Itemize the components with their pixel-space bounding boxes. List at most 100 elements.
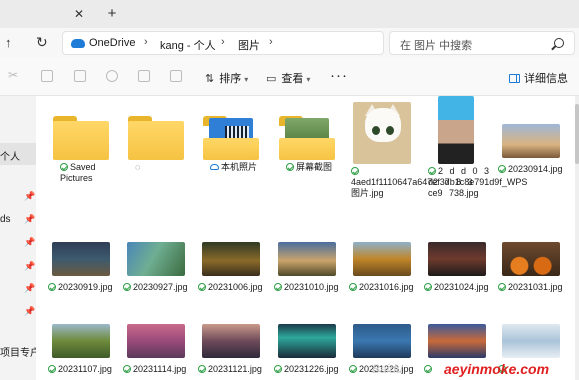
- synced-check-icon: [198, 283, 206, 291]
- chevron-down-icon: ▾: [306, 75, 311, 84]
- image-thumbnail: [202, 324, 260, 358]
- chevron-right-icon[interactable]: ›: [221, 36, 225, 48]
- file-caption: 20230927.jpg: [123, 282, 193, 293]
- share-icon[interactable]: [138, 70, 150, 82]
- pin-icon: 📌: [24, 237, 36, 247]
- sidebar-item-personal[interactable]: 个人: [0, 143, 36, 165]
- sidebar-item-quick-6[interactable]: 📌: [0, 301, 36, 323]
- file-name: 20231107.jpg: [58, 364, 112, 374]
- image-thumbnail: [278, 324, 336, 358]
- file-caption: 20231031.jpg: [498, 282, 568, 293]
- synced-check-icon: [349, 365, 357, 373]
- file-name: 20231010.jpg: [284, 282, 339, 292]
- synced-check-icon: [424, 283, 432, 291]
- rename-icon[interactable]: [106, 70, 118, 82]
- vertical-scrollbar[interactable]: [575, 96, 579, 380]
- folder-screenshots[interactable]: 屏幕截图: [272, 104, 342, 196]
- navigation-pane: 个人 📌 ds 📌 📌 📌 📌 📌 项目专户: [0, 96, 36, 380]
- image-file-20231010[interactable]: 20231010.jpg: [272, 242, 342, 292]
- sidebar-item-quick-3[interactable]: 📌: [0, 232, 36, 254]
- chevron-right-icon[interactable]: ›: [269, 36, 273, 48]
- file-caption: 20231016.jpg: [349, 282, 419, 293]
- file-name: 20231024.jpg: [434, 282, 489, 292]
- refresh-icon[interactable]: ↻: [36, 34, 48, 51]
- file-caption: ◌: [135, 162, 205, 173]
- address-bar[interactable]: OneDrive › kang - 个人 › 图片 ›: [62, 31, 384, 55]
- cut-icon[interactable]: ✂: [8, 68, 20, 82]
- image-thumbnail: [502, 242, 560, 276]
- synced-check-icon: [60, 163, 68, 171]
- new-tab-icon[interactable]: +: [105, 6, 119, 21]
- file-name: 20231226.jpg: [284, 364, 339, 374]
- baidu-watermark: Baidu: [372, 362, 403, 376]
- image-thumbnail: [428, 242, 486, 276]
- folder-saved-pictures[interactable]: Saved Pictures: [46, 104, 116, 196]
- image-file-20231114[interactable]: 20231114.jpg: [121, 324, 191, 374]
- sidebar-item-project[interactable]: 项目专户: [0, 339, 36, 361]
- folder-local-photos[interactable]: 本机照片: [196, 104, 266, 196]
- image-file-20231121[interactable]: 20231121.jpg: [196, 324, 266, 374]
- scrollbar-thumb[interactable]: [575, 104, 579, 164]
- sort-icon: ⇅: [205, 73, 215, 85]
- image-file-20230914[interactable]: 20230914.jpg: [496, 124, 566, 194]
- file-name: 20230927.jpg: [133, 282, 188, 292]
- synced-check-icon: [498, 165, 506, 173]
- synced-check-icon: [274, 283, 282, 291]
- file-caption: 20231107.jpg: [48, 364, 118, 375]
- image-file-obscured[interactable]: 2 d d 0 3 d2 d 8 3 ce9 738.jpg: [422, 96, 492, 206]
- paste-icon[interactable]: [74, 70, 86, 82]
- chevron-right-icon[interactable]: ›: [144, 36, 148, 48]
- sidebar-item-quick-5[interactable]: 📌: [0, 278, 36, 300]
- image-thumbnail: [502, 124, 560, 158]
- file-grid: Saved Pictures ◌ 本机照片 屏幕截图 4aed1f1110647…: [36, 96, 575, 380]
- cloud-only-icon: [210, 164, 219, 170]
- onedrive-cloud-icon: [71, 39, 85, 48]
- sidebar-item-quick-1[interactable]: 📌: [0, 186, 36, 208]
- breadcrumb-personal[interactable]: kang - 个人: [160, 37, 216, 53]
- image-file-20231006[interactable]: 20231006.jpg: [196, 242, 266, 292]
- image-thumbnail: [428, 324, 486, 358]
- synced-check-icon: [351, 167, 359, 175]
- breadcrumb-onedrive[interactable]: OneDrive: [89, 37, 135, 49]
- view-button[interactable]: ▭ 查看 ▾: [266, 70, 310, 86]
- more-options-button[interactable]: ···: [330, 67, 348, 84]
- sort-label: 排序: [219, 73, 242, 85]
- close-tab-icon[interactable]: ✕: [73, 8, 85, 20]
- synced-check-icon: [286, 163, 294, 171]
- sidebar-item-quick-4[interactable]: 📌: [0, 256, 36, 278]
- breadcrumb-pictures[interactable]: 图片: [238, 37, 260, 53]
- image-file-20230919[interactable]: 20230919.jpg: [46, 242, 116, 292]
- search-icon[interactable]: [554, 38, 564, 48]
- copy-icon[interactable]: [41, 70, 53, 82]
- file-caption: 20231010.jpg: [274, 282, 344, 293]
- search-input[interactable]: 在 图片 中搜索: [400, 37, 472, 53]
- synced-check-icon: [349, 283, 357, 291]
- delete-icon[interactable]: [170, 70, 182, 82]
- command-bar: ✂ ⇅ 排序 ▾ ▭ 查看 ▾ ··· 详细信息: [0, 58, 579, 96]
- details-pane-button[interactable]: 详细信息: [509, 70, 568, 86]
- address-row: ↑ ↻ OneDrive › kang - 个人 › 图片 › 在 图片 中搜索: [0, 28, 579, 58]
- file-name: 20231006.jpg: [208, 282, 263, 292]
- image-file-20231226[interactable]: 20231226.jpg: [272, 324, 342, 374]
- image-file-20230927[interactable]: 20230927.jpg: [121, 242, 191, 292]
- image-file-cat[interactable]: 4aed1f1110647a647ef37b1c8e791d9f_WPS图片.j…: [347, 102, 527, 222]
- image-file-20231031[interactable]: 20231031.jpg: [496, 242, 566, 292]
- up-arrow-icon[interactable]: ↑: [5, 35, 12, 50]
- sidebar-item-downloads[interactable]: ds 📌: [0, 209, 36, 231]
- search-box[interactable]: 在 图片 中搜索: [389, 31, 575, 55]
- sync-pending-icon: ◌: [135, 162, 141, 172]
- file-caption: 4aed1f1110647a647ef37b1c8e791d9f_WPS图片.j…: [351, 166, 527, 199]
- file-name: 屏幕截图: [296, 162, 333, 172]
- image-file-20231024[interactable]: 20231024.jpg: [422, 242, 492, 292]
- file-caption: 20231121.jpg: [198, 364, 268, 375]
- synced-check-icon: [198, 365, 206, 373]
- image-file-20231107[interactable]: 20231107.jpg: [46, 324, 116, 374]
- image-file-20231016[interactable]: 20231016.jpg: [347, 242, 417, 292]
- file-caption: 20231114.jpg: [123, 364, 193, 375]
- synced-check-icon: [498, 283, 506, 291]
- synced-check-icon: [48, 365, 56, 373]
- folder-untitled[interactable]: ◌: [121, 104, 191, 196]
- sort-button[interactable]: ⇅ 排序 ▾: [205, 70, 248, 86]
- view-label: 查看: [281, 73, 304, 85]
- file-name: 20230919.jpg: [58, 282, 113, 292]
